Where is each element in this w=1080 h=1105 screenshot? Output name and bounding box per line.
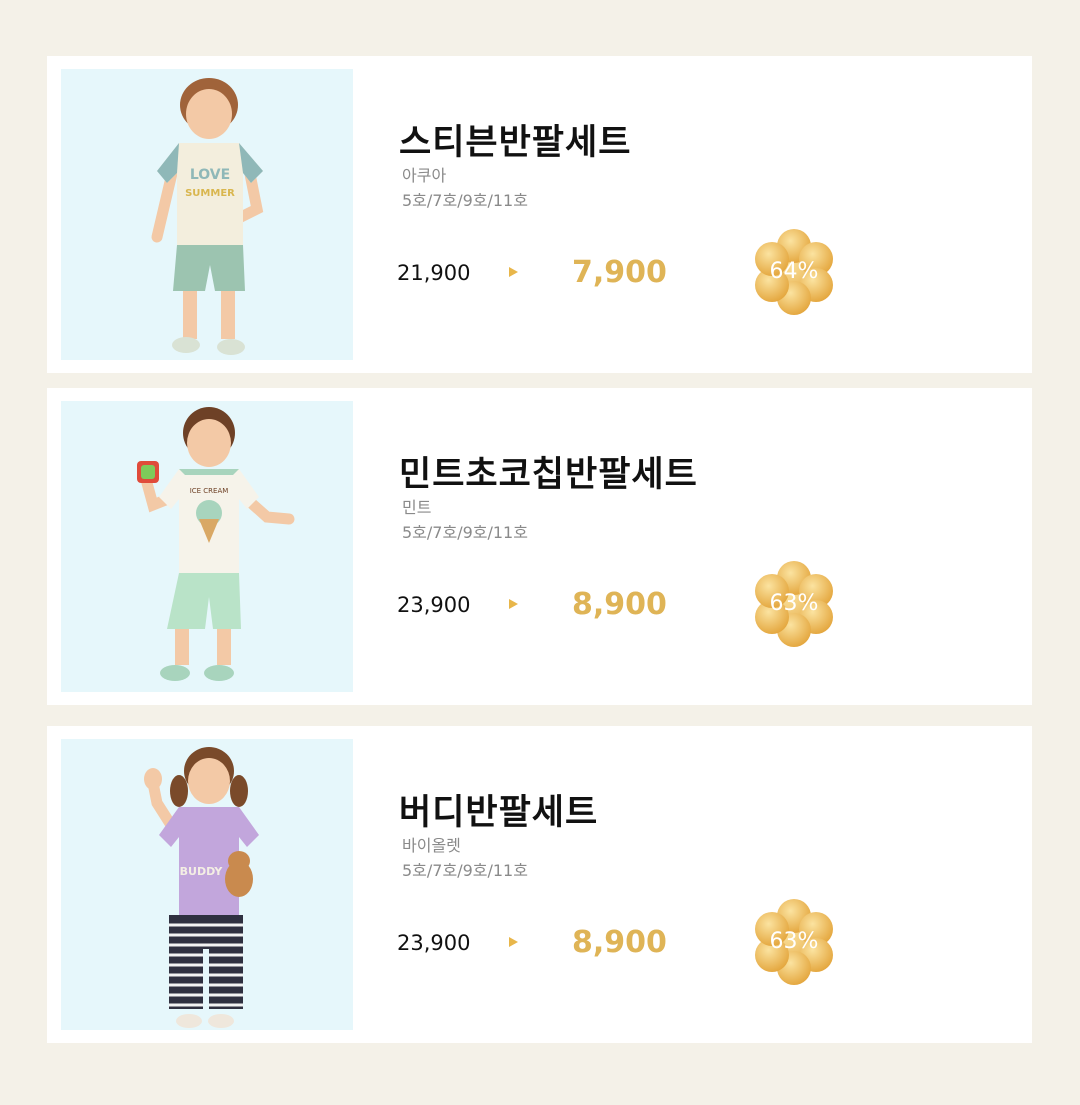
svg-text:ICE CREAM: ICE CREAM bbox=[190, 487, 229, 495]
product-sizes: 5호/7호/9호/11호 bbox=[402, 191, 528, 210]
discount-rate: 63% bbox=[769, 591, 819, 616]
product-name: 버디반팔세트 bbox=[399, 793, 599, 833]
discount-rate: 64% bbox=[769, 259, 819, 284]
product-color: 아쿠아 bbox=[402, 166, 447, 185]
product-photo[interactable]: LOVE SUMMER bbox=[61, 69, 353, 360]
product-photo[interactable]: ICE CREAM bbox=[61, 401, 353, 692]
arrow-right-icon bbox=[509, 599, 518, 609]
product-card[interactable]: LOVE SUMMER 스티븐반팔세트 아쿠아 5호/7호/9호/11호 21,… bbox=[47, 56, 1032, 373]
svg-text:LOVE: LOVE bbox=[190, 167, 230, 183]
product-name: 민트초코칩반팔세트 bbox=[399, 455, 698, 495]
arrow-right-icon bbox=[509, 937, 518, 947]
product-color: 바이올렛 bbox=[402, 836, 461, 855]
sale-price: 7,900 bbox=[572, 255, 667, 290]
product-card[interactable]: ICE CREAM 민트초코칩반팔세트 민트 5호/7호/9호/11호 23,9… bbox=[47, 388, 1032, 705]
svg-text:BUDDY: BUDDY bbox=[180, 865, 224, 878]
sale-price: 8,900 bbox=[572, 925, 667, 960]
discount-badge: 63% bbox=[751, 561, 837, 647]
product-color: 민트 bbox=[402, 498, 432, 517]
product-card[interactable]: BUDDY 버디반팔세트 바이올렛 5호/7호/9호/11호 23,900 8,… bbox=[47, 726, 1032, 1043]
discount-badge: 64% bbox=[751, 229, 837, 315]
sale-price: 8,900 bbox=[572, 587, 667, 622]
discount-badge: 63% bbox=[751, 899, 837, 985]
product-sizes: 5호/7호/9호/11호 bbox=[402, 861, 528, 880]
original-price: 23,900 bbox=[397, 593, 471, 617]
arrow-right-icon bbox=[509, 267, 518, 277]
original-price: 21,900 bbox=[397, 261, 471, 285]
svg-text:SUMMER: SUMMER bbox=[185, 188, 235, 199]
product-photo[interactable]: BUDDY bbox=[61, 739, 353, 1030]
original-price: 23,900 bbox=[397, 931, 471, 955]
discount-rate: 63% bbox=[769, 929, 819, 954]
product-sizes: 5호/7호/9호/11호 bbox=[402, 523, 528, 542]
product-name: 스티븐반팔세트 bbox=[399, 123, 632, 163]
